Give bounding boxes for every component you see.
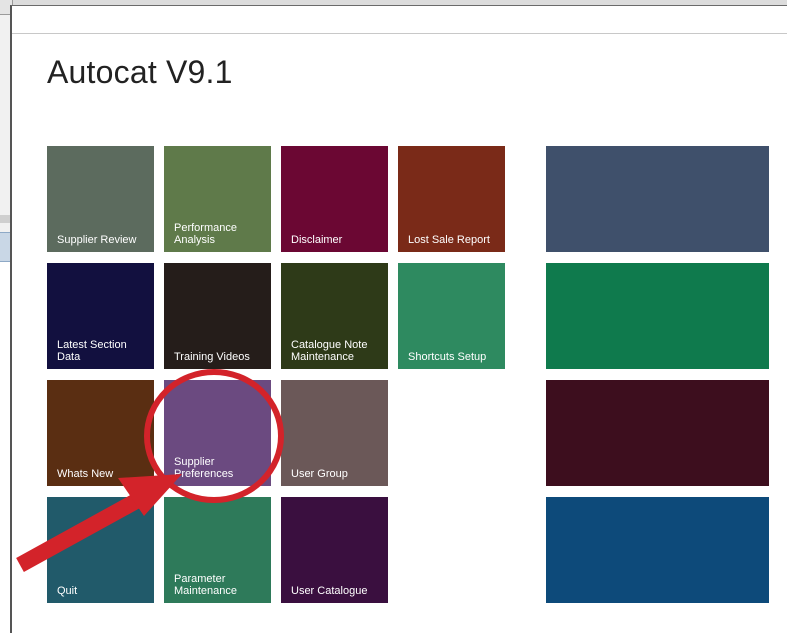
tile-user-group[interactable]: User Group — [281, 380, 388, 486]
tile-label: User Catalogue — [291, 585, 368, 597]
tile-label: Supplier Review — [57, 234, 137, 246]
tile-performance-analysis[interactable]: Performance Analysis — [164, 146, 271, 252]
tile-shortcuts-setup[interactable]: Shortcuts Setup — [398, 263, 505, 369]
tile-supplier-preferences[interactable]: Supplier Preferences — [164, 380, 271, 486]
tile-label: Supplier Preferences — [174, 456, 234, 480]
wide-tile-2[interactable] — [546, 263, 769, 369]
main-window: Autocat V9.1 Supplier Review Performance… — [10, 5, 787, 633]
wide-tile-4[interactable] — [546, 497, 769, 603]
tile-label: Performance Analysis — [174, 222, 237, 246]
tile-latest-section-data[interactable]: Latest Section Data — [47, 263, 154, 369]
tile-whats-new[interactable]: Whats New — [47, 380, 154, 486]
tile-user-catalogue[interactable]: User Catalogue — [281, 497, 388, 603]
app-title: Autocat V9.1 — [47, 54, 233, 90]
tile-label: Quit — [57, 585, 78, 597]
wide-tile-1[interactable] — [546, 146, 769, 252]
tile-parameter-maintenance[interactable]: Parameter Maintenance — [164, 497, 271, 603]
tile-catalogue-note-maintenance[interactable]: Catalogue Note Maintenance — [281, 263, 388, 369]
tile-label: Parameter Maintenance — [174, 573, 237, 597]
tile-label: Lost Sale Report — [408, 234, 490, 246]
tile-label: Disclaimer — [291, 234, 343, 246]
window-title-bar[interactable] — [12, 6, 787, 34]
wide-tile-3[interactable] — [546, 380, 769, 486]
tile-label: Whats New — [57, 468, 114, 480]
tile-supplier-review[interactable]: Supplier Review — [47, 146, 154, 252]
tile-label: User Group — [291, 468, 348, 480]
tile-label: Training Videos — [174, 351, 250, 363]
tile-label: Shortcuts Setup — [408, 351, 487, 363]
tile-quit[interactable]: Quit — [47, 497, 154, 603]
tile-label: Catalogue Note Maintenance — [291, 339, 368, 363]
tile-training-videos[interactable]: Training Videos — [164, 263, 271, 369]
tile-label: Latest Section Data — [57, 339, 127, 363]
tile-lost-sale-report[interactable]: Lost Sale Report — [398, 146, 505, 252]
tile-disclaimer[interactable]: Disclaimer — [281, 146, 388, 252]
